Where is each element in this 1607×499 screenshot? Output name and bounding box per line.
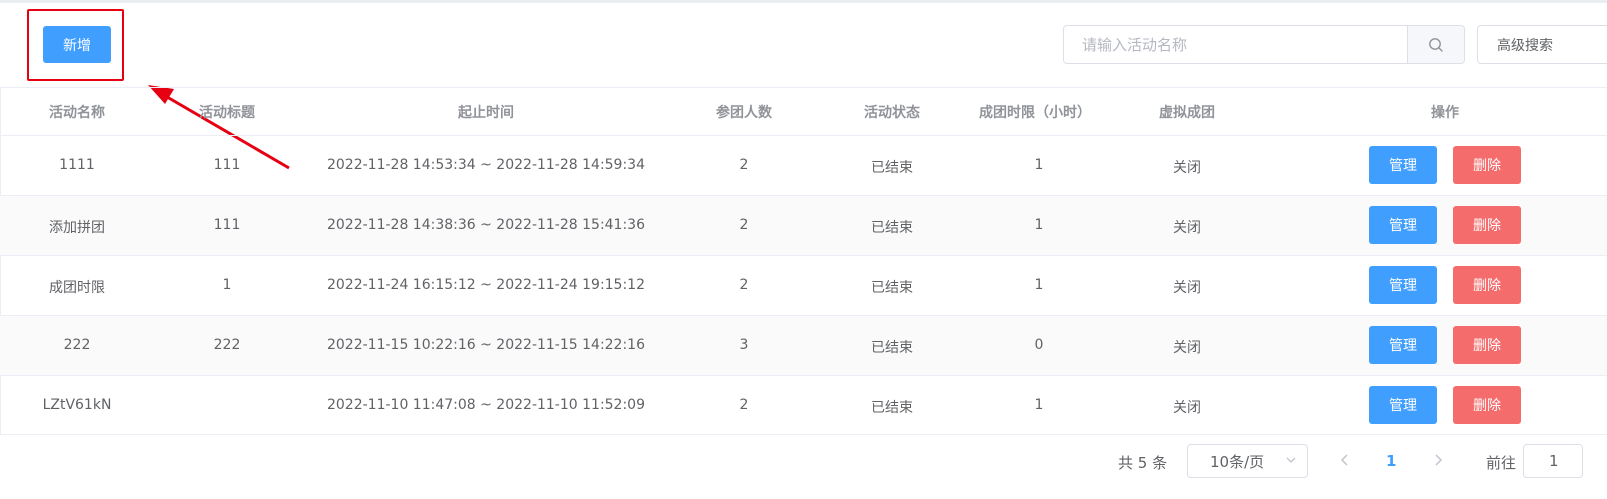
pagination-total: 共 5 条 [1118, 454, 1168, 472]
cell-status: 已结束 [871, 400, 913, 416]
cell-participants: 2 [739, 217, 749, 233]
cell-group-limit: 1 [1034, 277, 1044, 293]
row-divider [0, 195, 1607, 196]
delete-button[interactable]: 删除 [1453, 266, 1521, 304]
cell-group-limit: 0 [1034, 337, 1044, 353]
col-header-actions: 操作 [1431, 105, 1459, 121]
cell-participants: 2 [739, 157, 749, 173]
cell-name: 222 [63, 337, 91, 353]
cell-name: 1111 [59, 157, 95, 173]
cell-status: 已结束 [871, 220, 913, 236]
manage-button[interactable]: 管理 [1369, 386, 1437, 424]
manage-button[interactable]: 管理 [1369, 206, 1437, 244]
delete-button[interactable]: 删除 [1453, 206, 1521, 244]
cell-time-range: 2022-11-15 10:22:16 ~ 2022-11-15 14:22:1… [326, 337, 646, 353]
page-size-value: 10条/页 [1210, 452, 1265, 471]
cell-participants: 2 [739, 277, 749, 293]
search-box [1063, 25, 1465, 64]
col-header-virtual-group: 虚拟成团 [1159, 105, 1215, 121]
cell-title: 222 [213, 337, 241, 353]
cell-time-range: 2022-11-10 11:47:08 ~ 2022-11-10 11:52:0… [326, 397, 646, 413]
search-icon [1429, 37, 1443, 52]
table-bottom-border [0, 434, 1607, 435]
cell-title: 111 [213, 157, 241, 173]
cell-virtual-group: 关闭 [1173, 280, 1201, 296]
row-divider [0, 315, 1607, 316]
manage-button[interactable]: 管理 [1369, 266, 1437, 304]
row-divider [0, 255, 1607, 256]
cell-status: 已结束 [871, 160, 913, 176]
manage-button[interactable]: 管理 [1369, 326, 1437, 364]
col-header-name: 活动名称 [49, 105, 105, 121]
cell-name: LZtV61kN [42, 397, 112, 413]
col-header-time-range: 起止时间 [458, 105, 514, 121]
search-button[interactable] [1407, 26, 1464, 63]
cell-group-limit: 1 [1034, 217, 1044, 233]
page-number-current[interactable]: 1 [1386, 452, 1396, 470]
delete-button[interactable]: 删除 [1453, 146, 1521, 184]
row-stripe [0, 196, 1607, 255]
annotation-highlight-box [27, 9, 124, 81]
cell-virtual-group: 关闭 [1173, 220, 1201, 236]
col-header-participants: 参团人数 [716, 105, 772, 121]
cell-name: 添加拼团 [49, 220, 105, 236]
cell-participants: 3 [739, 337, 749, 353]
prev-page-icon[interactable] [1337, 452, 1351, 468]
table-top-border [0, 87, 1607, 88]
row-divider [0, 375, 1607, 376]
next-page-icon[interactable] [1432, 452, 1446, 468]
header-divider [0, 135, 1607, 136]
cell-status: 已结束 [871, 280, 913, 296]
goto-page-input[interactable]: 1 [1523, 444, 1583, 478]
table-left-border [0, 88, 1, 435]
delete-button[interactable]: 删除 [1453, 326, 1521, 364]
col-header-group-limit: 成团时限（小时） [979, 105, 1091, 121]
cell-virtual-group: 关闭 [1173, 160, 1201, 176]
top-border [0, 0, 1607, 3]
cell-status: 已结束 [871, 340, 913, 356]
cell-virtual-group: 关闭 [1173, 400, 1201, 416]
cell-time-range: 2022-11-28 14:53:34 ~ 2022-11-28 14:59:3… [326, 157, 646, 173]
goto-label: 前往 [1486, 454, 1517, 472]
cell-group-limit: 1 [1034, 157, 1044, 173]
cell-time-range: 2022-11-24 16:15:12 ~ 2022-11-24 19:15:1… [326, 277, 646, 293]
cell-group-limit: 1 [1034, 397, 1044, 413]
cell-title: 111 [213, 217, 241, 233]
col-header-title: 活动标题 [199, 105, 255, 121]
cell-title: 1 [222, 277, 232, 293]
cell-name: 成团时限 [49, 280, 105, 296]
cell-virtual-group: 关闭 [1173, 340, 1201, 356]
row-stripe [0, 316, 1607, 375]
search-input[interactable] [1064, 26, 1407, 63]
col-header-status: 活动状态 [864, 105, 920, 121]
cell-participants: 2 [739, 397, 749, 413]
page-size-select[interactable]: 10条/页 [1187, 444, 1308, 478]
cell-time-range: 2022-11-28 14:38:36 ~ 2022-11-28 15:41:3… [326, 217, 646, 233]
chevron-down-icon [1286, 457, 1296, 463]
manage-button[interactable]: 管理 [1369, 146, 1437, 184]
advanced-search-button[interactable]: 高级搜索 [1477, 25, 1607, 64]
delete-button[interactable]: 删除 [1453, 386, 1521, 424]
